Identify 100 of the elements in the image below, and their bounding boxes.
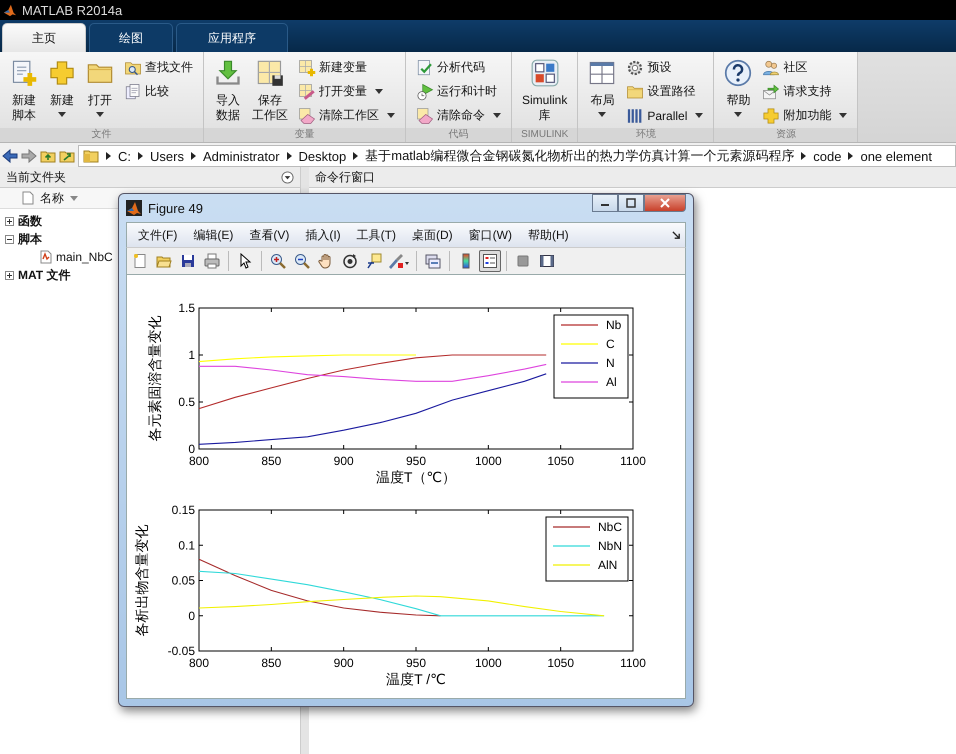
menu-item[interactable]: 插入(I) — [297, 226, 349, 244]
tick-label: 900 — [334, 454, 354, 468]
zoom-in-icon — [270, 253, 286, 269]
tree-item[interactable]: 脚本 — [0, 230, 42, 248]
ribbon-button[interactable]: 设置路径 — [624, 80, 706, 103]
address-field[interactable]: C: Users Administrator Desktop 基于matlab编程微合金钢碳氮化物析出的热力学仿真计算一个元素源码程序 code one element — [78, 145, 956, 167]
panel-icon — [539, 253, 555, 269]
menu-item[interactable]: 文件(F) — [130, 226, 186, 244]
ribbon-button[interactable]: 清除命令 — [414, 104, 503, 127]
menu-item[interactable]: 桌面(D) — [404, 226, 461, 244]
tick-label: 800 — [188, 656, 210, 670]
menu-item[interactable]: 编辑(E) — [185, 226, 242, 244]
menu-item[interactable]: 工具(T) — [348, 226, 404, 244]
breadcrumb-arrow-icon[interactable] — [106, 152, 111, 160]
plus-icon — [762, 106, 780, 124]
ribbon-button[interactable]: 打开 — [84, 56, 116, 118]
breadcrumb-item[interactable]: Administrator — [202, 148, 280, 164]
figure-title: Figure 49 — [148, 200, 203, 216]
eraser-icon — [298, 106, 316, 124]
play-clock-icon — [416, 82, 434, 100]
ribbon-button[interactable]: 清除工作区 — [296, 104, 397, 127]
breadcrumb-arrow-icon[interactable] — [286, 152, 292, 160]
ribbon-button[interactable]: 附加功能 — [760, 104, 850, 127]
rotate-icon — [342, 253, 358, 269]
menu-item[interactable]: 查看(V) — [241, 226, 298, 244]
back-arrow-icon[interactable] — [2, 148, 18, 164]
tick-label: 800 — [188, 454, 210, 468]
document-check-icon — [416, 58, 434, 76]
breadcrumb-arrow-icon[interactable] — [353, 152, 358, 160]
breadcrumb-item[interactable]: C: — [118, 148, 131, 164]
breadcrumb-arrow-icon[interactable] — [138, 152, 143, 160]
print-icon — [204, 253, 220, 269]
ribbon-button[interactable]: 分析代码 — [414, 56, 503, 79]
menu-item[interactable]: 帮助(H) — [520, 226, 577, 244]
panel-menu-icon[interactable] — [281, 170, 294, 184]
breadcrumb-arrow-icon[interactable] — [801, 152, 806, 160]
breadcrumb-item[interactable]: code — [813, 148, 842, 164]
ribbon-button[interactable]: 比较 — [122, 80, 195, 103]
breadcrumb-item[interactable]: 基于matlab编程微合金钢碳氮化物析出的热力学仿真计算一个元素源码程序 — [365, 147, 794, 165]
tick-label: 0 — [188, 608, 195, 623]
brush-icon — [388, 253, 410, 269]
envelope-arrow-icon — [762, 82, 780, 100]
expander-icon[interactable] — [5, 216, 14, 226]
grid-pencil-icon — [298, 82, 316, 100]
ribbon-tab[interactable]: 应用程序 — [176, 23, 288, 52]
breadcrumb-item[interactable]: Desktop — [298, 148, 346, 164]
menu-item[interactable]: 窗口(W) — [460, 226, 520, 244]
figure-window[interactable] — [118, 193, 694, 707]
toolbar-button[interactable] — [479, 250, 501, 272]
eraser-icon — [416, 106, 434, 124]
tick-label: 1100 — [620, 454, 646, 468]
tree-item[interactable]: MAT 文件 — [0, 266, 70, 284]
ribbon-button[interactable]: 请求支持 — [760, 80, 850, 103]
gear-icon — [626, 58, 644, 76]
ribbon-tab[interactable]: 主页 — [2, 23, 86, 52]
ribbon-button[interactable]: 查找文件 — [122, 56, 195, 79]
forward-arrow-icon[interactable] — [21, 148, 37, 164]
ribbon-button[interactable]: 新建变量 — [296, 56, 397, 79]
ribbon-button[interactable]: 社区 — [760, 56, 850, 79]
breadcrumb-item[interactable]: one element — [860, 148, 932, 164]
download-arrow-icon — [214, 59, 242, 87]
close-button[interactable] — [644, 194, 686, 212]
ribbon-tab[interactable]: 绘图 — [89, 23, 173, 52]
expander-icon[interactable] — [5, 270, 14, 280]
ribbon-button[interactable]: 帮助 — [722, 56, 754, 118]
ribbon-button[interactable]: 导入 数据 — [212, 56, 244, 124]
breadcrumb-item[interactable]: Users — [150, 148, 184, 164]
ribbon-button[interactable]: 运行和计时 — [414, 80, 503, 103]
tick-label: 850 — [261, 656, 282, 670]
breadcrumb-arrow-icon[interactable] — [848, 152, 854, 160]
ribbon-button[interactable]: 预设 — [624, 56, 706, 79]
ribbon-button[interactable]: 新建 — [46, 56, 78, 118]
ribbon-button[interactable]: 打开变量 — [296, 80, 397, 103]
group-label: 资源 — [714, 128, 858, 142]
sort-caret-icon[interactable] — [70, 196, 78, 200]
app-logo-icon — [126, 200, 142, 216]
blocks-icon — [530, 59, 559, 87]
dock-arrow-icon[interactable] — [672, 230, 681, 240]
ribbon-button[interactable]: 布局 — [586, 56, 618, 118]
ribbon-button[interactable]: Parallel — [624, 104, 706, 127]
legend-box[interactable] — [546, 516, 628, 582]
legend-box[interactable] — [554, 314, 628, 398]
ribbon-button[interactable]: Simulink 库 — [520, 56, 570, 124]
group-label: 环境 — [578, 128, 714, 142]
ribbon-button[interactable]: 新建 脚本 — [8, 56, 40, 124]
minimize-button[interactable] — [592, 194, 618, 212]
legend-icon — [482, 253, 498, 269]
panel-title: 命令行窗口 — [315, 168, 375, 186]
expander-icon[interactable] — [5, 234, 14, 244]
tree-item[interactable]: 函数 — [0, 212, 42, 230]
tick-label: 0.1 — [178, 538, 195, 552]
tick-label: 850 — [261, 454, 282, 468]
ribbon-button[interactable]: 保存 工作区 — [250, 56, 290, 124]
breadcrumb-arrow-icon[interactable] — [190, 152, 196, 160]
data-cursor-icon — [366, 253, 382, 269]
tick-label: 900 — [334, 656, 354, 670]
tree-item[interactable]: main_NbC — [0, 248, 113, 266]
maximize-button[interactable] — [618, 194, 644, 212]
square-icon — [515, 253, 531, 269]
column-header[interactable]: 名称 — [40, 190, 64, 206]
